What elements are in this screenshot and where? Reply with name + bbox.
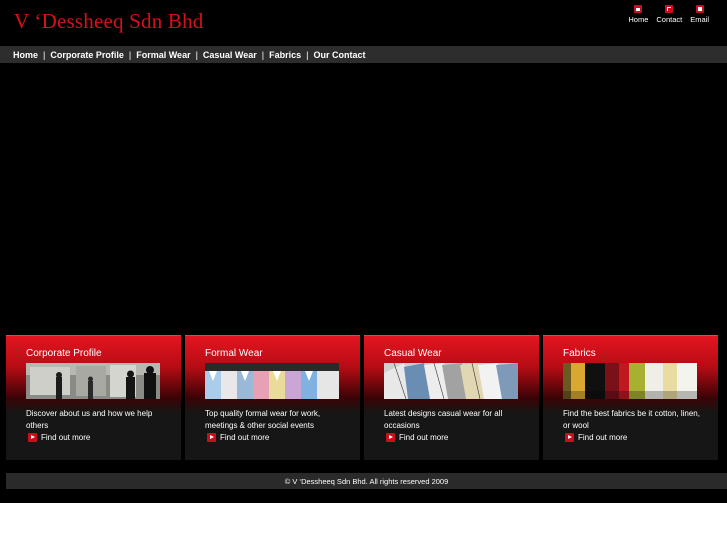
link-label: Find out more (220, 433, 270, 442)
nav-separator: | (261, 49, 265, 60)
card-description: Find the best fabrics be it cotton, line… (563, 409, 700, 430)
nav-separator: | (128, 49, 132, 60)
nav-separator: | (306, 49, 309, 60)
email-icon (695, 5, 704, 13)
nav-separator: | (43, 49, 46, 60)
office-people-photo[interactable] (26, 363, 160, 399)
formal-shirts-photo[interactable] (205, 363, 339, 399)
top-link-contact[interactable]: Contact (656, 5, 682, 24)
nav-item-formal-wear[interactable]: Formal Wear (136, 50, 190, 60)
top-link-label: Home (628, 15, 649, 24)
home-icon (634, 5, 643, 13)
top-links: Home Contact Email (628, 5, 709, 24)
arrow-right-icon (565, 433, 574, 442)
contact-icon (665, 5, 674, 13)
link-label: Find out more (578, 433, 628, 442)
nav-item-fabrics[interactable]: Fabrics (269, 50, 301, 60)
card-fabrics: Fabrics Find the best fabrics be it cott… (543, 335, 718, 460)
casual-shirts-photo[interactable] (384, 363, 518, 399)
top-link-home[interactable]: Home (628, 5, 648, 24)
copyright-text: © V ‘Dessheeq Sdn Bhd. All rights reserv… (284, 476, 449, 486)
card-corporate-profile: Corporate Profile Discover about us and … (6, 335, 181, 460)
card-title[interactable]: Fabrics (563, 348, 596, 359)
card-description: Discover about us and how we help others (26, 409, 153, 430)
card-title[interactable]: Formal Wear (205, 348, 263, 359)
arrow-right-icon (386, 433, 395, 442)
card-description: Top quality formal wear for work, meetin… (205, 409, 321, 430)
card-casual-wear: Casual Wear Latest designs casual wear f… (364, 335, 539, 460)
feature-cards: Corporate Profile Discover about us and … (6, 335, 718, 460)
nav-item-corporate-profile[interactable]: Corporate Profile (50, 50, 124, 60)
find-out-more-link[interactable]: Find out more (386, 433, 448, 442)
top-link-label: Email (690, 15, 709, 24)
card-title[interactable]: Casual Wear (384, 348, 442, 359)
card-title[interactable]: Corporate Profile (26, 348, 102, 359)
fabric-swatches-photo[interactable] (563, 363, 697, 399)
link-label: Find out more (41, 433, 91, 442)
find-out-more-link[interactable]: Find out more (207, 433, 269, 442)
card-formal-wear: Formal Wear Top quality formal wear for … (185, 335, 360, 460)
find-out-more-link[interactable]: Find out more (28, 433, 90, 442)
nav-separator: | (195, 49, 198, 60)
find-out-more-link[interactable]: Find out more (565, 433, 627, 442)
card-description: Latest designs casual wear for all occas… (384, 409, 503, 430)
nav-item-casual-wear[interactable]: Casual Wear (203, 50, 257, 60)
link-label: Find out more (399, 433, 449, 442)
site-logo[interactable]: V ‘Dessheeq Sdn Bhd (14, 9, 204, 34)
nav-item-home[interactable]: Home (13, 50, 38, 60)
main-nav: Home | Corporate Profile | Formal Wear |… (0, 46, 727, 63)
arrow-right-icon (207, 433, 216, 442)
top-link-label: Contact (656, 15, 683, 24)
page: V ‘Dessheeq Sdn Bhd Home Contact Email H… (0, 0, 727, 503)
nav-item-our-contact[interactable]: Our Contact (313, 50, 365, 60)
footer: © V ‘Dessheeq Sdn Bhd. All rights reserv… (6, 473, 727, 489)
top-link-email[interactable]: Email (690, 5, 709, 24)
arrow-right-icon (28, 433, 37, 442)
